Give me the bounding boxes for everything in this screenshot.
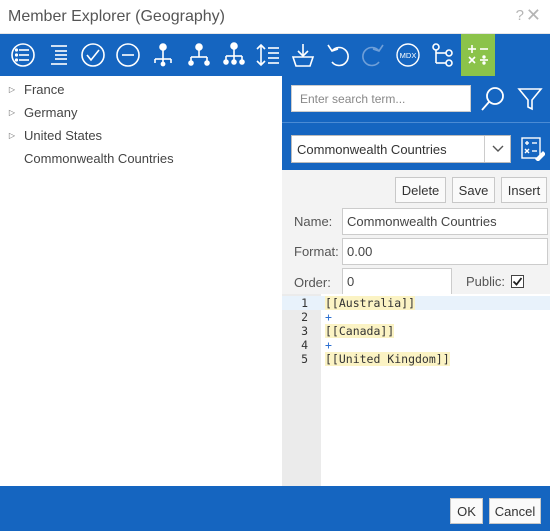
line-number: 3	[301, 324, 308, 338]
delete-button[interactable]: Delete	[395, 177, 446, 203]
code-line[interactable]: 1 [[Australia]]	[282, 296, 550, 310]
order-field[interactable]: 0	[342, 268, 452, 295]
tree-connect-icon[interactable]	[426, 38, 460, 72]
tree-item-label: France	[24, 81, 65, 97]
tree-item-label: United States	[24, 127, 103, 143]
set-select-bar: Commonwealth Countries	[282, 122, 550, 170]
code-line[interactable]: 5 [[United Kingdom]]	[282, 352, 550, 366]
filter-icon[interactable]	[515, 84, 545, 114]
search-bar	[282, 76, 550, 122]
tree-item-label: Germany	[24, 104, 78, 120]
sort-icon[interactable]	[251, 38, 285, 72]
line-number: 5	[301, 352, 308, 366]
save-button[interactable]: Save	[452, 177, 495, 203]
set-editor-panel: Commonwealth Countries Delete Save Inser…	[282, 76, 550, 486]
calculator-icon[interactable]	[461, 34, 495, 76]
search-icon[interactable]	[478, 84, 508, 114]
check-icon	[512, 277, 523, 286]
line-number: 4	[301, 338, 308, 352]
name-field[interactable]: Commonwealth Countries	[342, 208, 548, 235]
order-label: Order:	[294, 275, 331, 290]
code-text: +	[325, 310, 332, 324]
expand-arrow-icon[interactable]: ▷	[0, 108, 24, 117]
line-number: 1	[301, 296, 308, 310]
list-lines-icon[interactable]	[42, 38, 76, 72]
mdx-text: MDX	[400, 51, 417, 60]
line-number: 2	[301, 310, 308, 324]
code-text: [[United Kingdom]]	[325, 352, 450, 366]
cancel-button[interactable]: Cancel	[489, 498, 541, 524]
tree-item-france[interactable]: ▷ France	[0, 78, 65, 100]
tree-item-label: Commonwealth Countries	[24, 150, 174, 166]
mdx-icon[interactable]: MDX	[391, 38, 425, 72]
code-line[interactable]: 4 +	[282, 338, 550, 352]
window-title: Member Explorer (Geography)	[8, 8, 225, 25]
member-tree: ▷ France ▷ Germany ▷ United States Commo…	[0, 76, 282, 486]
redo-icon[interactable]	[356, 38, 390, 72]
insert-button[interactable]: Insert	[501, 177, 547, 203]
set-select[interactable]: Commonwealth Countries	[291, 135, 511, 163]
code-text: [[Australia]]	[325, 296, 416, 310]
hierarchy-down-icon[interactable]	[146, 38, 180, 72]
hierarchy-children-icon[interactable]	[182, 38, 216, 72]
name-label: Name:	[294, 214, 333, 229]
code-line[interactable]: 2 +	[282, 310, 550, 324]
expand-arrow-icon[interactable]: ▷	[0, 85, 24, 94]
expand-arrow-icon[interactable]: ▷	[0, 131, 24, 140]
code-text: [[Canada]]	[325, 324, 395, 338]
ok-button[interactable]: OK	[450, 498, 483, 524]
toolbar: MDX	[0, 34, 550, 76]
code-line[interactable]: 3 [[Canada]]	[282, 324, 550, 338]
title-bar: Member Explorer (Geography) ? ✕	[0, 0, 550, 34]
dialog-footer: OK Cancel	[0, 486, 550, 531]
download-basket-icon[interactable]	[286, 38, 320, 72]
search-input[interactable]	[291, 85, 471, 112]
hierarchy-descendants-icon[interactable]	[217, 38, 251, 72]
code-text: +	[325, 338, 332, 352]
tree-item-commonwealth[interactable]: Commonwealth Countries	[0, 147, 174, 169]
format-label: Format:	[294, 244, 339, 259]
check-circle-icon[interactable]	[76, 38, 110, 72]
tree-item-germany[interactable]: ▷ Germany	[0, 101, 78, 123]
close-icon[interactable]: ✕	[526, 5, 541, 26]
minus-circle-icon[interactable]	[111, 38, 145, 72]
list-circle-icon[interactable]	[6, 38, 40, 72]
public-label: Public:	[466, 274, 506, 289]
formula-editor[interactable]: 1 [[Australia]] 2 + 3 [[Canada]] 4 + 5 […	[282, 294, 550, 486]
chevron-down-icon[interactable]	[484, 136, 510, 162]
edit-formula-icon[interactable]	[517, 133, 547, 163]
help-icon[interactable]: ?	[516, 7, 524, 24]
public-checkbox[interactable]	[511, 275, 524, 288]
format-field[interactable]: 0.00	[342, 238, 548, 265]
undo-icon[interactable]	[321, 38, 355, 72]
tree-item-united-states[interactable]: ▷ United States	[0, 124, 102, 146]
set-select-value: Commonwealth Countries	[297, 141, 447, 157]
